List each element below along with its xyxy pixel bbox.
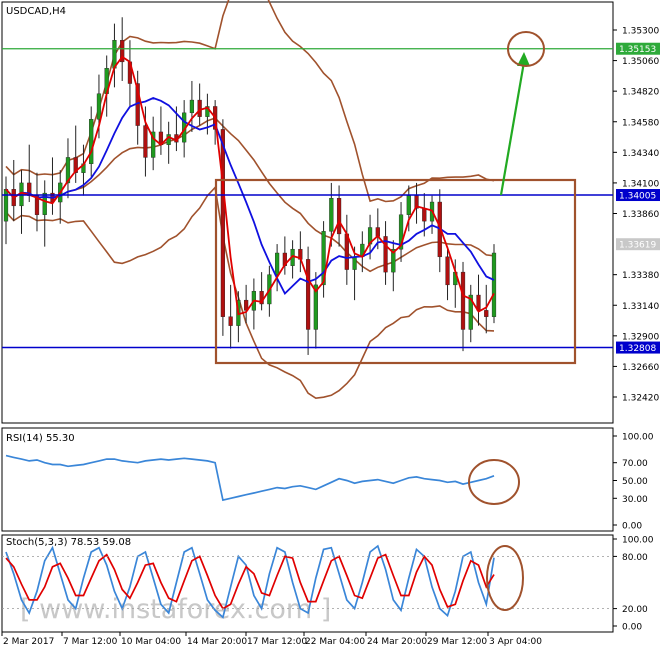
price-tick-label: 1.34340 — [622, 149, 659, 159]
candle-body — [3, 189, 9, 222]
axis-tick-label: 0.00 — [622, 623, 642, 633]
time-tick-label: 22 Mar 04:00 — [305, 637, 365, 647]
price-tick-label: 1.34580 — [622, 118, 659, 128]
candle-body — [336, 198, 342, 235]
price-tick-label: 1.32660 — [622, 363, 659, 373]
price-tick-label: 1.34820 — [622, 88, 659, 98]
candle-body — [143, 125, 148, 158]
price-tick-label: 1.35060 — [622, 57, 659, 67]
price-tick-label: 1.34100 — [622, 179, 659, 189]
candle-body — [406, 195, 411, 215]
axis-tick-label: 20.00 — [622, 605, 648, 615]
price-tick-label: 1.33380 — [622, 271, 659, 281]
time-tick-label: 29 Mar 12:00 — [427, 637, 487, 647]
candle-body — [305, 259, 311, 330]
symbol-label: USDCAD,H4 — [6, 6, 66, 17]
candle-body — [189, 99, 195, 114]
rsi-title: RSI(14) 55.30 — [6, 433, 75, 444]
price-tick-label: 1.33860 — [622, 210, 659, 220]
stoch-title: Stoch(5,3,3) 78.53 59.08 — [6, 537, 131, 548]
candle-body — [275, 252, 280, 275]
price-tag-label: 1.35153 — [619, 45, 656, 55]
price-tag-label: 1.33619 — [619, 241, 656, 251]
candle-body — [228, 316, 233, 326]
price-tick-label: 1.35300 — [622, 27, 659, 37]
axis-tick-label: 100.00 — [622, 433, 654, 443]
time-tick-label: 7 Mar 12:00 — [63, 637, 118, 647]
axis-tick-label: 50.00 — [622, 477, 648, 487]
axis-tick-label: 30.00 — [622, 495, 648, 505]
price-tick-label: 1.32420 — [622, 394, 659, 404]
candle-body — [352, 256, 357, 270]
time-tick-label: 14 Mar 20:00 — [187, 637, 247, 647]
candle-body — [445, 256, 450, 286]
price-tick-label: 1.32900 — [622, 332, 659, 342]
axis-tick-label: 0.00 — [622, 522, 642, 532]
candle-body — [197, 99, 202, 117]
price-tag-label: 1.32808 — [619, 344, 656, 354]
candle-body — [422, 208, 427, 222]
time-tick-label: 3 Apr 04:00 — [489, 637, 542, 647]
price-tag-label: 1.34005 — [619, 192, 656, 202]
chart-window: USDCAD,H4 1.35300 1.35060 1.34820 1.34580 1.… — [0, 0, 665, 648]
candle-body — [460, 271, 466, 330]
time-tick-label: 10 Mar 04:00 — [121, 637, 181, 647]
time-tick-label: 2 Mar 2017 — [3, 637, 54, 647]
time-tick-label: 17 Mar 12:00 — [247, 637, 307, 647]
axis-tick-label: 70.00 — [622, 459, 648, 469]
candle-body — [491, 252, 497, 317]
watermark: [ www.instaforex.com ] — [20, 594, 331, 625]
candle-body — [89, 119, 94, 165]
axis-tick-label: 80.00 — [622, 553, 648, 563]
candle-body — [220, 129, 225, 317]
axis-tick-label: 100.00 — [622, 536, 654, 546]
candle-body — [329, 198, 334, 232]
time-tick-label: 24 Mar 20:00 — [367, 637, 427, 647]
chart-canvas: USDCAD,H4 1.35300 1.35060 1.34820 1.34580 1.… — [0, 0, 665, 648]
candle-body — [484, 310, 489, 317]
price-tick-label: 1.33140 — [622, 302, 659, 312]
candle-body — [96, 93, 102, 120]
